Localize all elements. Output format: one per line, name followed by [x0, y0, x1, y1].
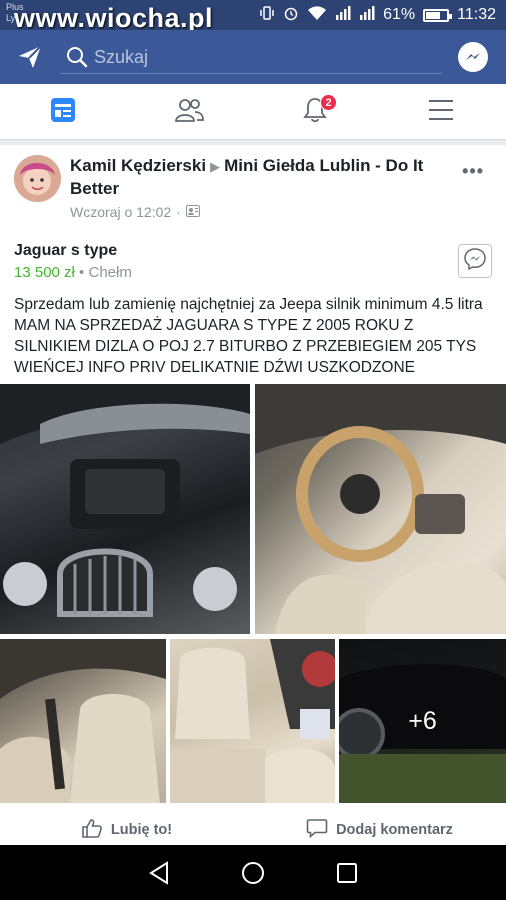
item-price-row: 13 500 zł • Chełm: [14, 264, 132, 281]
messenger-icon[interactable]: [458, 42, 488, 72]
tab-menu[interactable]: [378, 84, 504, 140]
photo-interior-seats[interactable]: [0, 639, 166, 803]
photo-interior-steering[interactable]: [255, 384, 506, 634]
hamburger-icon: [427, 98, 455, 127]
photo-exterior-more[interactable]: +6: [339, 639, 506, 803]
author-name[interactable]: Kamil Kędzierski: [70, 156, 206, 175]
signal-icon-2: [359, 5, 375, 26]
signal-icon-1: [335, 5, 351, 26]
post-actions: Lubię to! Dodaj komentarz: [0, 815, 506, 845]
like-label: Lubię to!: [110, 822, 173, 838]
tab-friends[interactable]: [126, 84, 252, 140]
send-icon[interactable]: [16, 43, 44, 71]
vibrate-icon: [259, 5, 275, 26]
like-button[interactable]: Lubię to!: [0, 815, 253, 845]
post-timestamp: Wczoraj o 12:02 ·: [70, 204, 200, 220]
friends-icon: [173, 96, 205, 129]
thumbs-up-icon: [81, 817, 103, 843]
item-title: Jaguar s type: [14, 242, 118, 259]
tab-news-feed[interactable]: [0, 84, 126, 140]
back-icon[interactable]: [145, 859, 175, 887]
more-options-icon[interactable]: •••: [462, 161, 484, 182]
clock: 11:32: [457, 6, 496, 23]
post-body-text: Sprzedam lub zamienię najchętniej za Jee…: [14, 296, 496, 376]
recent-apps-icon[interactable]: [332, 859, 362, 887]
message-seller-button[interactable]: [458, 244, 492, 278]
search-bar[interactable]: [60, 40, 442, 74]
photo-front-seat[interactable]: [170, 639, 335, 803]
status-icons: 61% 11:32: [259, 5, 496, 25]
notification-badge: 2: [320, 94, 337, 111]
alarm-icon: [283, 5, 299, 26]
status-bar: Plus Ly www.wiocha.pl 61% 11:32: [0, 0, 506, 33]
dot-separator: ·: [176, 204, 181, 220]
item-price: 13 500 zł: [14, 264, 75, 281]
more-photos-overlay[interactable]: +6: [339, 639, 506, 803]
post-header: Kamil Kędzierski ▶ Mini Giełda Lublin - Do…: [70, 155, 450, 200]
wifi-icon: [307, 5, 327, 26]
home-icon[interactable]: [238, 859, 268, 887]
photo-engine-bay[interactable]: [0, 384, 250, 634]
system-navigation-bar: [0, 845, 506, 900]
post-card: Kamil Kędzierski ▶ Mini Giełda Lublin - Do…: [0, 145, 506, 845]
news-feed-icon: [49, 96, 77, 129]
location-separator: •: [74, 264, 89, 281]
comment-label: Dodaj komentarz: [336, 822, 453, 838]
screen: Plus Ly www.wiocha.pl 61% 11:32 Szukaj 2…: [0, 0, 506, 900]
battery-percent: 61%: [383, 6, 416, 23]
group-audience-icon: [185, 204, 200, 220]
search-icon: [66, 46, 88, 73]
search-input[interactable]: [94, 45, 424, 69]
arrow-right-icon: ▶: [210, 159, 221, 174]
tab-notifications[interactable]: 2: [252, 84, 378, 140]
top-app-bar: [0, 30, 506, 84]
messenger-outline-icon: [463, 247, 487, 276]
comment-button[interactable]: Dodaj komentarz: [253, 815, 506, 845]
avatar[interactable]: [14, 155, 61, 202]
item-location: Chełm: [88, 264, 132, 281]
battery-icon: [423, 8, 453, 22]
tab-bar: 2: [0, 84, 506, 140]
comment-icon: [306, 817, 328, 843]
timestamp-text[interactable]: Wczoraj o 12:02: [70, 204, 171, 220]
